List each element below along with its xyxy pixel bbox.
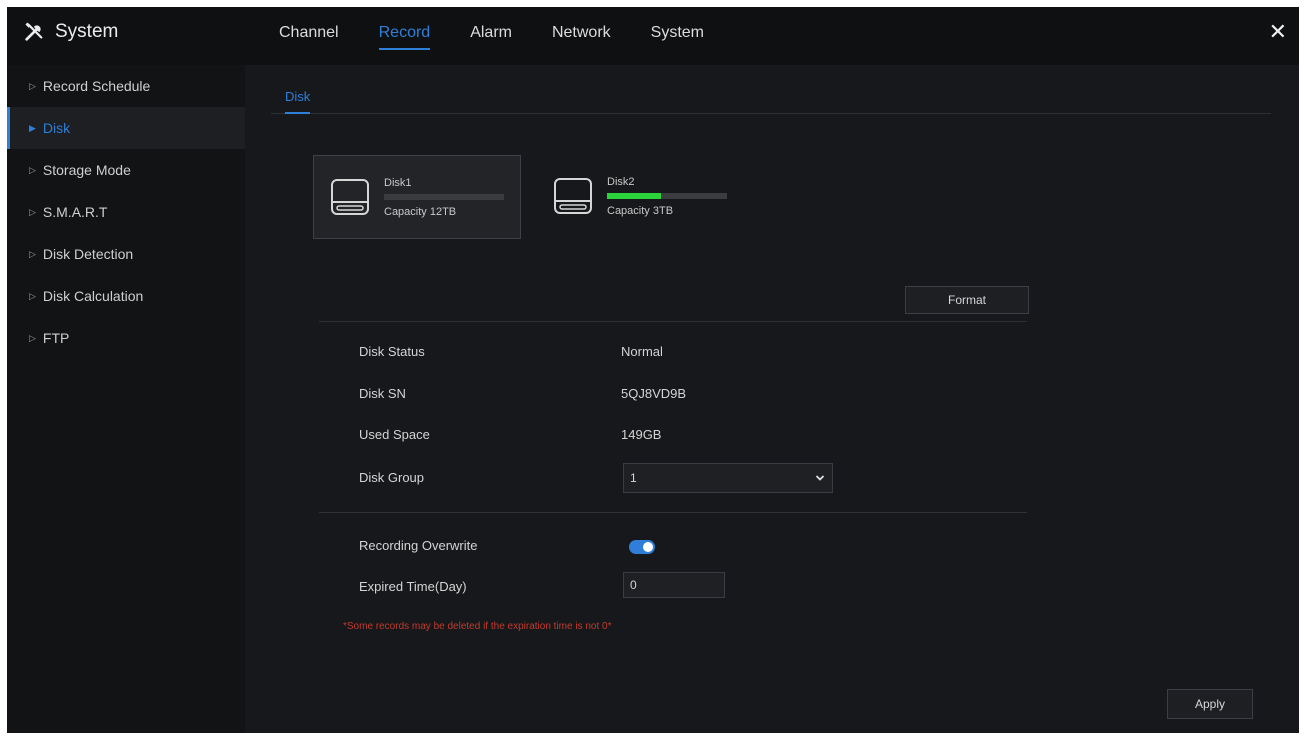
used-space-value: 149GB [621,427,662,442]
disk-capacity: Capacity 3TB [607,204,674,217]
disk-status-label: Disk Status [359,344,425,359]
sidebar-item-record-schedule[interactable]: ▷ Record Schedule [7,65,245,107]
sidebar-item-label: Disk [42,120,71,136]
tab-network[interactable]: Network [552,24,611,42]
disk-usage-bar [607,192,727,199]
triangle-right-icon: ▷ [29,332,36,343]
subtab-disk[interactable]: Disk [285,89,311,114]
hard-disk-icon [331,179,369,215]
format-button[interactable]: Format [905,286,1029,314]
disk-name: Disk1 [384,176,412,189]
disk-group-select[interactable]: 1 [623,463,833,493]
triangle-right-icon: ▷ [29,206,36,217]
disk-usage-fill [607,192,661,199]
disk-info: Disk2 Capacity 3TB [607,176,727,217]
tab-system[interactable]: System [651,24,704,42]
disk-status-value: Normal [621,344,663,359]
divider [319,512,1027,513]
triangle-right-icon: ▷ [29,290,36,301]
tools-icon [25,22,43,41]
triangle-right-icon: ▷ [29,248,36,259]
tab-channel[interactable]: Channel [279,24,339,42]
disk-usage-bar [384,193,504,200]
triangle-right-icon: ▷ [29,164,36,175]
triangle-right-icon: ▶ [29,122,36,133]
triangle-right-icon: ▷ [29,80,36,91]
sidebar-item-disk-detection[interactable]: ▷ Disk Detection [7,233,245,275]
disk-sn-value: 5QJ8VD9B [621,386,687,401]
sidebar-item-label: Storage Mode [42,162,131,178]
sidebar-item-label: Disk Detection [42,246,134,262]
recording-overwrite-label: Recording Overwrite [359,538,478,553]
expired-time-input[interactable] [623,572,725,598]
disk-group-value: 1 [630,471,637,485]
toggle-knob [643,542,653,552]
sub-tabs: Disk [271,83,1271,114]
app-title: System [55,21,119,42]
warning-text: *Some records may be deleted if the expi… [343,621,612,632]
sidebar-item-storage-mode[interactable]: ▷ Storage Mode [7,149,245,191]
sidebar: ▷ Record Schedule ▶ Disk ▷ Storage Mode … [7,65,245,733]
sidebar-item-disk[interactable]: ▶ Disk [7,107,245,149]
divider [319,321,1027,322]
disk-sn-label: Disk SN [359,386,406,401]
apply-button[interactable]: Apply [1167,689,1253,719]
expired-time-label: Expired Time(Day) [359,579,467,594]
disk-card-1[interactable]: Disk1 Capacity 12TB [313,155,521,239]
main-tabs: Channel Record Alarm Network System [279,24,744,50]
chevron-down-icon [815,475,825,481]
disk-group-label: Disk Group [359,470,425,485]
sidebar-item-smart[interactable]: ▷ S.M.A.R.T [7,191,245,233]
brand: System [23,21,118,43]
sidebar-item-label: Disk Calculation [42,288,144,304]
sidebar-item-ftp[interactable]: ▷ FTP [7,317,245,359]
used-space-label: Used Space [359,427,430,442]
tab-record[interactable]: Record [378,24,430,50]
top-bar: System Channel Record Alarm Network Syst… [7,7,1299,65]
sidebar-item-disk-calculation[interactable]: ▷ Disk Calculation [7,275,245,317]
settings-window: System Channel Record Alarm Network Syst… [7,7,1299,733]
disk-name: Disk2 [607,175,635,188]
recording-overwrite-toggle[interactable] [629,540,655,554]
sidebar-item-label: FTP [42,330,70,346]
tab-alarm[interactable]: Alarm [470,24,512,42]
sidebar-item-label: S.M.A.R.T [42,204,108,220]
hard-disk-icon [554,178,592,214]
disk-capacity: Capacity 12TB [384,205,457,218]
disk-card-2[interactable]: Disk2 Capacity 3TB [537,155,743,237]
sidebar-item-label: Record Schedule [42,78,151,94]
disk-info: Disk1 Capacity 12TB [384,177,504,218]
close-icon[interactable]: ✕ [1269,19,1287,45]
